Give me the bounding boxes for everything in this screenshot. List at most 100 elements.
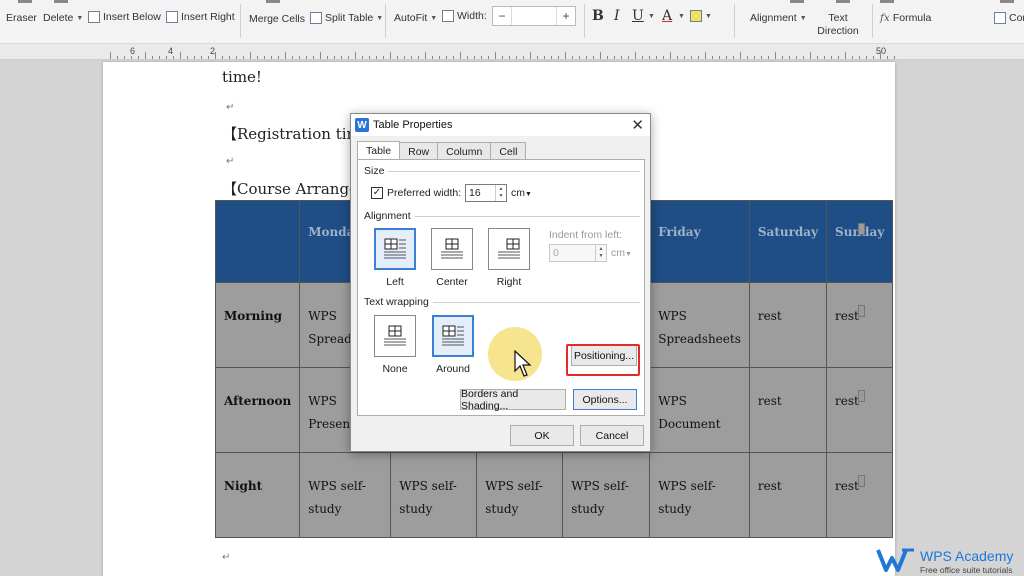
align-center-icon	[441, 238, 463, 259]
row-resize-handle[interactable]	[858, 475, 865, 487]
insert-below-button[interactable]: Insert Below	[88, 11, 161, 23]
options-button[interactable]: Options...	[573, 389, 637, 410]
align-right-option[interactable]	[488, 228, 530, 270]
dialog-titlebar[interactable]: W Table Properties ✕	[351, 114, 650, 136]
italic-button[interactable]: I	[614, 8, 620, 24]
chevron-down-icon: ▼	[799, 14, 807, 22]
table-cell[interactable]: WPS self-study	[476, 452, 564, 538]
width-decrease-button[interactable]: −	[493, 7, 511, 25]
ruler-tick	[642, 56, 643, 59]
close-icon[interactable]: ✕	[631, 116, 644, 134]
eraser-button[interactable]: Eraser	[6, 12, 37, 24]
width-icon	[442, 10, 454, 22]
mouse-pointer-icon	[514, 350, 532, 377]
ruler-tick	[152, 56, 153, 59]
table-cell[interactable]: WPS self-study	[562, 452, 651, 538]
ruler-tick	[747, 56, 748, 59]
table-header-cell[interactable]	[214, 200, 301, 283]
spinner-arrows-icon[interactable]: ▲ ▼	[595, 245, 606, 261]
horizontal-ruler[interactable]: 6 4 2 50	[0, 44, 1024, 60]
row-header-cell[interactable]: Morning	[214, 282, 301, 368]
row-resize-handle[interactable]	[858, 223, 865, 235]
ruler-tick	[565, 52, 566, 59]
alignment-label: Alignment	[750, 12, 797, 24]
merge-cells-button[interactable]: Merge Cells	[249, 13, 305, 25]
ruler-tick	[306, 56, 307, 59]
table-cell[interactable]: rest	[748, 282, 828, 368]
ruler-tick	[670, 52, 671, 59]
ruler-tick	[593, 56, 594, 59]
table-cell[interactable]: rest	[826, 452, 894, 538]
borders-and-shading-button[interactable]: Borders and Shading...	[460, 388, 566, 412]
row-header-cell[interactable]: Afternoon	[214, 367, 301, 453]
tab-cell[interactable]: Cell	[490, 142, 527, 160]
width-label: Width:	[457, 10, 487, 22]
table-cell[interactable]: WPS Document	[649, 367, 750, 453]
ruler-tick	[355, 52, 356, 59]
align-center-option[interactable]	[431, 228, 473, 270]
ok-button[interactable]: OK	[510, 425, 574, 446]
highlighter-icon	[690, 10, 702, 22]
wrap-around-option[interactable]	[432, 315, 474, 357]
tab-row[interactable]: Row	[399, 142, 439, 160]
tab-column[interactable]: Column	[437, 142, 492, 160]
insert-below-icon	[88, 11, 100, 23]
ruler-tick	[852, 56, 853, 59]
table-header-cell[interactable]: Saturday	[748, 200, 828, 283]
paragraph-mark: ↵	[222, 552, 231, 563]
wrap-none-option[interactable]	[374, 315, 416, 357]
table-cell[interactable]: rest	[748, 367, 828, 453]
table-cell[interactable]: WPS self-study	[299, 452, 392, 538]
tab-table[interactable]: Table	[357, 141, 401, 160]
align-left-option[interactable]	[374, 228, 416, 270]
autofit-button[interactable]: AutoFit ▼	[394, 12, 437, 24]
underline-button[interactable]: U	[632, 8, 644, 24]
width-increase-button[interactable]: +	[557, 7, 575, 25]
indent-unit-select[interactable]: cm▼	[611, 247, 632, 259]
ruler-tick	[313, 56, 314, 59]
underline-dropdown[interactable]: ▼	[648, 13, 655, 20]
font-color-button[interactable]: A	[662, 8, 672, 24]
width-input[interactable]	[511, 7, 557, 25]
table-header-cell[interactable]: Friday	[649, 200, 750, 283]
alignment-button[interactable]: Alignment ▼	[750, 12, 807, 24]
bold-button[interactable]: B	[592, 8, 604, 24]
table-cell[interactable]: WPS self-study	[649, 452, 750, 538]
width-stepper[interactable]: − +	[492, 6, 576, 26]
row-resize-handle[interactable]	[858, 305, 865, 317]
font-color-dropdown[interactable]: ▼	[678, 13, 685, 20]
formula-label: Formula	[892, 12, 932, 24]
cancel-button[interactable]: Cancel	[580, 425, 644, 446]
spinner-arrows-icon[interactable]: ▲ ▼	[495, 185, 506, 201]
ruler-tick	[691, 56, 692, 59]
insert-right-button[interactable]: Insert Right	[166, 11, 235, 23]
split-table-button[interactable]: Split Table ▼	[310, 12, 383, 24]
ruler-tick	[817, 56, 818, 59]
ruler-tick	[474, 56, 475, 59]
table-cell[interactable]: rest	[826, 367, 894, 453]
text-direction-button[interactable]: Text Direction	[812, 12, 864, 38]
ruler-tick	[369, 56, 370, 59]
chevron-down-icon: ▼	[376, 14, 384, 22]
wrap-none-icon	[384, 325, 406, 346]
table-header-cell[interactable]: Sunday	[826, 200, 894, 283]
row-header-cell[interactable]: Night	[214, 452, 301, 538]
highlight-button[interactable]: ▼	[690, 10, 712, 22]
preferred-width-input[interactable]: 16 ▲ ▼	[465, 184, 507, 202]
convert-button[interactable]: Conv	[994, 12, 1024, 24]
preferred-width-unit-select[interactable]: cm▼	[511, 187, 532, 199]
ruler-tick	[712, 56, 713, 59]
table-cell[interactable]: rest	[826, 282, 894, 368]
table-cell[interactable]: WPS Spreadsheets	[649, 282, 750, 368]
preferred-width-checkbox[interactable]: ✓	[371, 187, 383, 199]
row-resize-handle[interactable]	[858, 390, 865, 402]
formula-button[interactable]: fx Formula	[880, 12, 931, 24]
table-cell[interactable]: rest	[748, 452, 828, 538]
indent-from-left-input[interactable]: 0 ▲ ▼	[549, 244, 607, 262]
table-cell[interactable]: WPS self-study	[390, 452, 478, 538]
ruler-tick	[740, 52, 741, 59]
merge-cells-label: Merge Cells	[249, 13, 306, 25]
delete-button[interactable]: Delete ▼	[43, 12, 83, 24]
size-group-label: Size	[364, 165, 385, 177]
ruler-tick	[628, 56, 629, 59]
